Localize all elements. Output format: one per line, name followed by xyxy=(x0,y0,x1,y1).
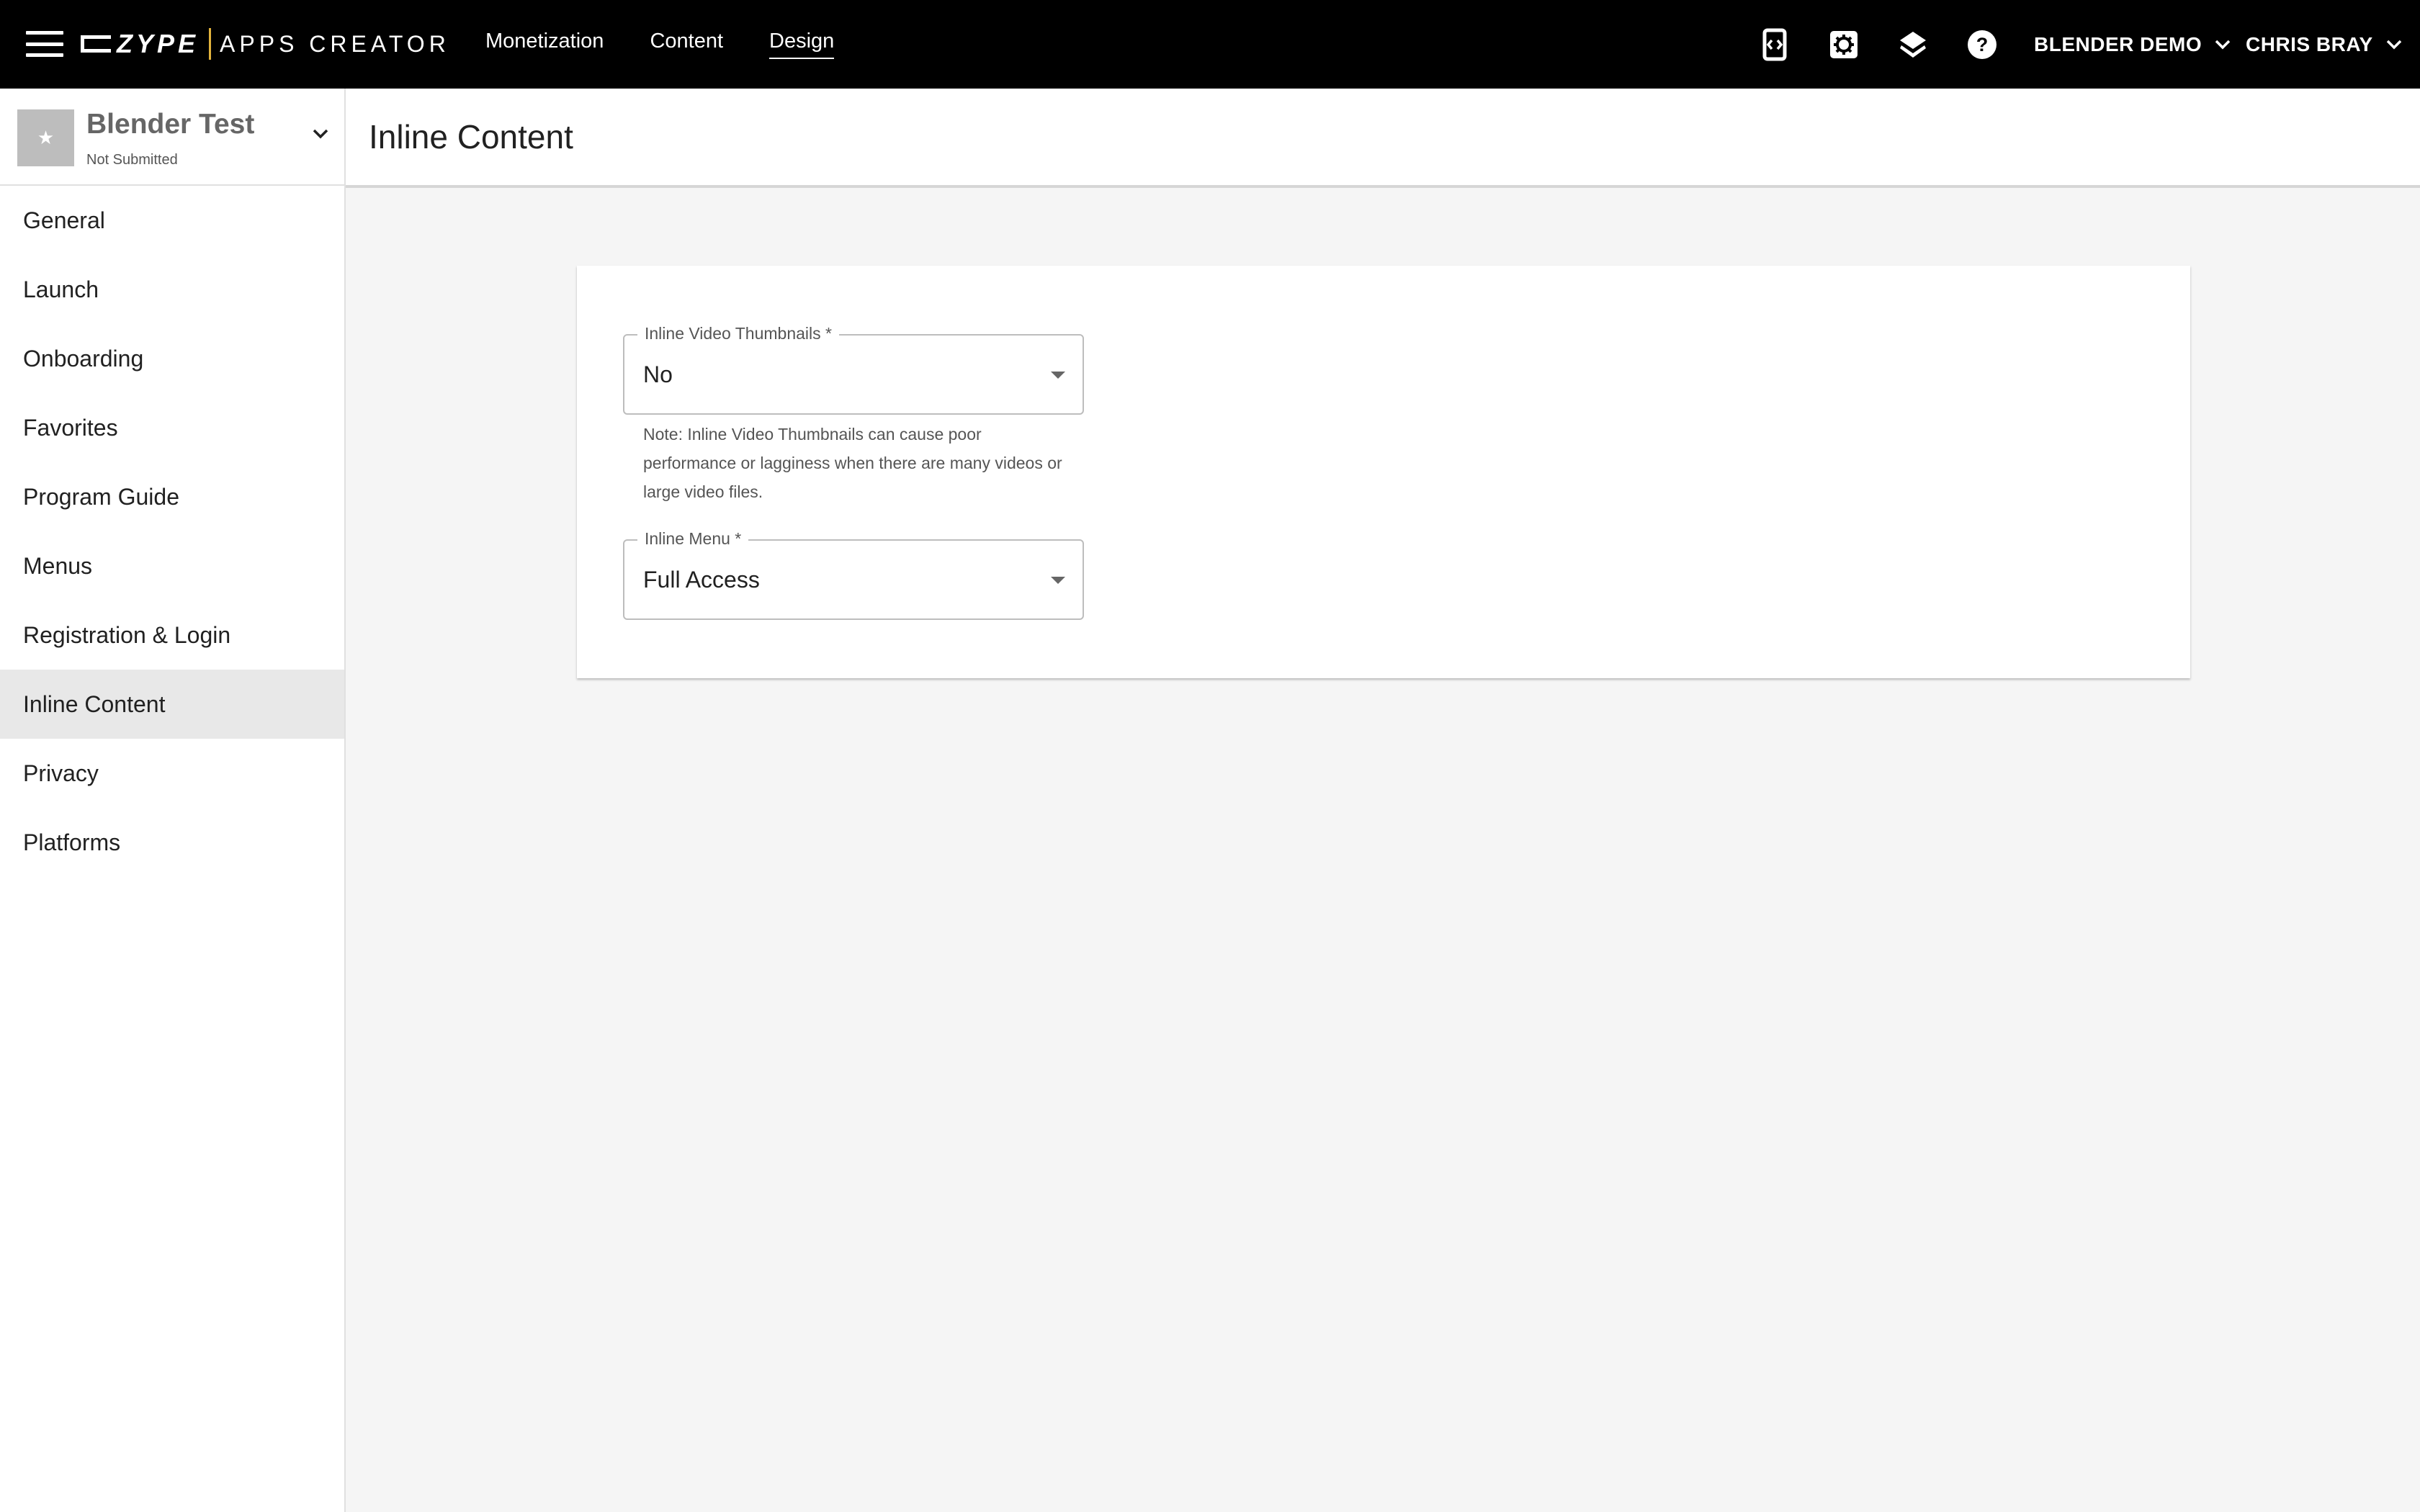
sidebar-item-general[interactable]: General xyxy=(0,186,344,255)
settings-icon[interactable] xyxy=(1827,27,1861,62)
inline-video-thumbnails-select[interactable]: Inline Video Thumbnails * No xyxy=(623,324,1084,415)
chevron-down-icon xyxy=(2215,40,2231,49)
app-name: Blender Test xyxy=(86,109,255,140)
app-status: Not Submitted xyxy=(86,152,178,168)
thumbnails-note: Note: Inline Video Thumbnails can cause … xyxy=(643,425,1062,501)
org-name: BLENDER DEMO xyxy=(2034,32,2202,55)
nav-content[interactable]: Content xyxy=(650,30,723,59)
nav-monetization[interactable]: Monetization xyxy=(485,30,604,59)
field-value: Full Access xyxy=(643,567,760,593)
chevron-down-icon xyxy=(2386,40,2401,49)
page-header: Inline Content xyxy=(346,89,2420,188)
sidebar-item-program-guide[interactable]: Program Guide xyxy=(0,462,344,531)
field-label: Inline Menu * xyxy=(637,529,749,549)
mobile-code-icon[interactable] xyxy=(1757,27,1792,62)
top-bar: ZYPE APPS CREATOR Monetization Content D… xyxy=(0,0,2420,89)
user-menu[interactable]: CHRIS BRAY xyxy=(2246,0,2402,89)
svg-text:?: ? xyxy=(1976,34,1989,55)
app-avatar: ★ xyxy=(17,109,74,166)
field-value: No xyxy=(643,361,673,387)
org-switcher[interactable]: BLENDER DEMO xyxy=(2034,0,2231,89)
logo-product: APPS CREATOR xyxy=(220,30,450,57)
logo-brand: ZYPE xyxy=(117,29,200,58)
sidebar-nav: General Launch Onboarding Favorites Prog… xyxy=(0,186,344,877)
sidebar: ★ Blender Test Not Submitted General Lau… xyxy=(0,89,346,1512)
main-content: Inline Content Inline Video Thumbnails *… xyxy=(346,89,2420,1512)
logo-divider xyxy=(209,28,212,60)
user-name: CHRIS BRAY xyxy=(2246,32,2373,55)
logo[interactable]: ZYPE APPS CREATOR xyxy=(81,26,450,62)
sidebar-item-platforms[interactable]: Platforms xyxy=(0,808,344,877)
logo-mark xyxy=(81,35,111,53)
sidebar-item-inline-content[interactable]: Inline Content xyxy=(0,670,344,739)
field-label: Inline Video Thumbnails * xyxy=(637,324,839,343)
top-nav: Monetization Content Design xyxy=(485,0,835,89)
layers-icon[interactable] xyxy=(1896,27,1930,62)
app-selector[interactable]: ★ Blender Test Not Submitted xyxy=(0,89,344,186)
dropdown-arrow-icon xyxy=(1051,577,1065,584)
sidebar-item-registration-login[interactable]: Registration & Login xyxy=(0,600,344,670)
inline-menu-select[interactable]: Inline Menu * Full Access xyxy=(623,529,1084,620)
sidebar-item-onboarding[interactable]: Onboarding xyxy=(0,324,344,393)
sidebar-item-launch[interactable]: Launch xyxy=(0,255,344,324)
settings-card: Inline Video Thumbnails * No Note: Inlin… xyxy=(577,266,2190,678)
hamburger-menu-icon[interactable] xyxy=(26,31,63,57)
sidebar-item-privacy[interactable]: Privacy xyxy=(0,739,344,808)
sidebar-item-favorites[interactable]: Favorites xyxy=(0,393,344,462)
dropdown-arrow-icon xyxy=(1051,372,1065,379)
top-icons: ? xyxy=(1757,0,1999,89)
nav-design[interactable]: Design xyxy=(769,30,835,59)
sidebar-item-menus[interactable]: Menus xyxy=(0,531,344,600)
help-icon[interactable]: ? xyxy=(1965,27,1999,62)
page-title: Inline Content xyxy=(369,118,573,156)
chevron-down-icon xyxy=(313,129,328,139)
